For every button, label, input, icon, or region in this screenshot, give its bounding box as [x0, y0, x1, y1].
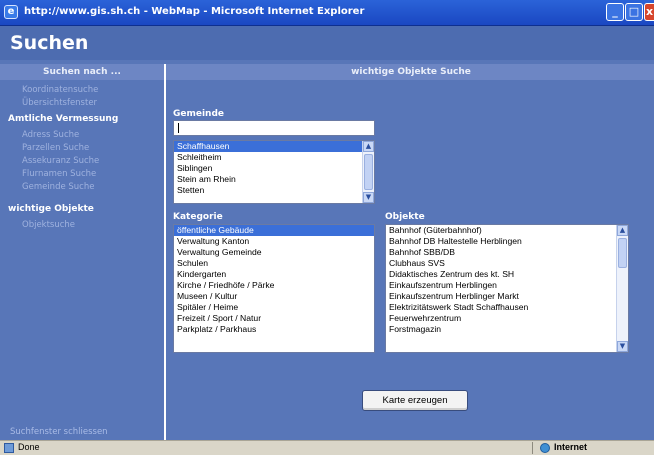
list-item[interactable]: Schaffhausen [174, 141, 374, 152]
status-text: Done [18, 442, 40, 452]
generate-map-button[interactable]: Karte erzeugen [362, 390, 468, 411]
list-item[interactable]: Parkplatz / Parkhaus [174, 324, 374, 335]
minimize-button[interactable]: _ [606, 3, 624, 21]
status-divider [532, 442, 533, 454]
list-item[interactable]: Elektrizitätswerk Stadt Schaffhausen [386, 302, 628, 313]
list-item[interactable]: Feuerwehrzentrum [386, 313, 628, 324]
list-item[interactable]: öffentliche Gebäude [174, 225, 374, 236]
gemeinde-scrollbar[interactable]: ▲ ▼ [362, 141, 374, 203]
scroll-up-arrow-icon[interactable]: ▲ [363, 141, 374, 152]
list-item[interactable]: Forstmagazin [386, 324, 628, 335]
objekte-label: Objekte [385, 212, 425, 222]
sidebar-link-uebersichtsfenster[interactable]: Übersichtsfenster [22, 98, 97, 108]
scroll-thumb[interactable] [364, 154, 373, 190]
sidebar-link-koordinatensuche[interactable]: Koordinatensuche [22, 85, 98, 95]
list-item[interactable]: Schulen [174, 258, 374, 269]
page-title: Suchen [10, 32, 89, 54]
sidebar-link-assekuranz-suche[interactable]: Assekuranz Suche [22, 156, 99, 166]
list-item[interactable]: Bahnhof DB Haltestelle Herblingen [386, 236, 628, 247]
scroll-down-arrow-icon[interactable]: ▼ [363, 192, 374, 203]
sidebar-link-parzellen-suche[interactable]: Parzellen Suche [22, 143, 89, 153]
window-title: http://www.gis.sh.ch - WebMap - Microsof… [24, 6, 365, 17]
list-item[interactable]: Stein am Rhein [174, 174, 374, 185]
browser-window: e http://www.gis.sh.ch - WebMap - Micros… [0, 0, 654, 455]
window-titlebar: e http://www.gis.sh.ch - WebMap - Micros… [0, 0, 654, 26]
list-item[interactable]: Siblingen [174, 163, 374, 174]
sidebar-link-objektsuche[interactable]: Objektsuche [22, 220, 75, 230]
sidebar-link-adress-suche[interactable]: Adress Suche [22, 130, 79, 140]
list-item[interactable]: Verwaltung Kanton [174, 236, 374, 247]
sidebar-link-gemeinde-suche[interactable]: Gemeinde Suche [22, 182, 94, 192]
list-item[interactable]: Einkaufszentrum Herblinger Markt [386, 291, 628, 302]
objekte-listbox[interactable]: Bahnhof (Güterbahnhof) Bahnhof DB Haltes… [385, 224, 629, 353]
gemeinde-listbox[interactable]: Schaffhausen Schleitheim Siblingen Stein… [173, 140, 375, 204]
list-item[interactable]: Einkaufszentrum Herblingen [386, 280, 628, 291]
list-item[interactable]: Spitäler / Heime [174, 302, 374, 313]
close-button[interactable]: x [644, 3, 654, 21]
section-header-row: Suchen nach ... wichtige Objekte Suche [0, 64, 654, 80]
maximize-button[interactable]: □ [625, 3, 643, 21]
list-item[interactable]: Stetten [174, 185, 374, 196]
internet-globe-icon [540, 443, 550, 453]
page-header: Suchen [0, 26, 654, 60]
close-search-window-link[interactable]: Suchfenster schliessen [10, 427, 108, 437]
security-zone-text: Internet [554, 442, 588, 452]
ie-logo-icon: e [4, 5, 18, 19]
gemeinde-input[interactable] [173, 120, 375, 136]
kategorie-listbox[interactable]: öffentliche Gebäude Verwaltung Kanton Ve… [173, 224, 375, 353]
text-caret [178, 123, 179, 133]
object-search-header: wichtige Objekte Suche [351, 67, 471, 77]
list-item[interactable]: Didaktisches Zentrum des kt. SH [386, 269, 628, 280]
list-item[interactable]: Freizeit / Sport / Natur [174, 313, 374, 324]
list-item[interactable]: Kindergarten [174, 269, 374, 280]
list-item[interactable]: Bahnhof (Güterbahnhof) [386, 225, 628, 236]
search-by-header: Suchen nach ... [0, 64, 166, 80]
status-bar: Done Internet [0, 440, 654, 455]
objekte-scrollbar[interactable]: ▲ ▼ [616, 225, 628, 352]
list-item[interactable]: Bahnhof SBB/DB [386, 247, 628, 258]
sidebar-link-flurnamen-suche[interactable]: Flurnamen Suche [22, 169, 96, 179]
kategorie-label: Kategorie [173, 212, 223, 222]
list-item[interactable]: Clubhaus SVS [386, 258, 628, 269]
scroll-up-arrow-icon[interactable]: ▲ [617, 225, 628, 236]
scroll-thumb[interactable] [618, 238, 627, 268]
sidebar-section-amtliche-vermessung: Amtliche Vermessung [8, 114, 119, 124]
list-item[interactable]: Schleitheim [174, 152, 374, 163]
page-done-icon [4, 443, 14, 453]
list-item[interactable]: Kirche / Friedhöfe / Pärke [174, 280, 374, 291]
list-item[interactable]: Verwaltung Gemeinde [174, 247, 374, 258]
scroll-down-arrow-icon[interactable]: ▼ [617, 341, 628, 352]
list-item[interactable]: Museen / Kultur [174, 291, 374, 302]
sidebar-section-wichtige-objekte: wichtige Objekte [8, 204, 94, 214]
gemeinde-label: Gemeinde [173, 109, 225, 119]
